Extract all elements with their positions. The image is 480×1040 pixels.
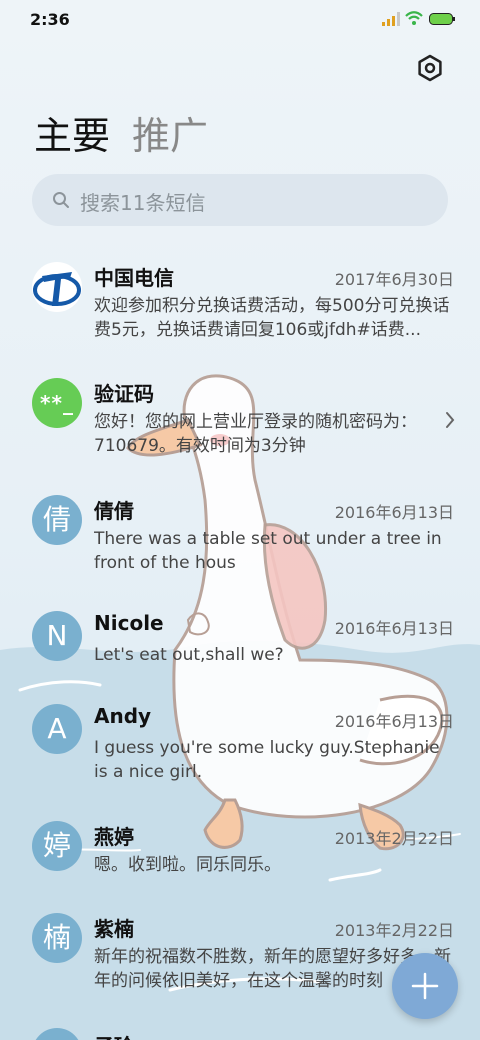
avatar: 楠 bbox=[32, 913, 82, 963]
chevron-right-icon[interactable] bbox=[444, 410, 456, 430]
avatar: A bbox=[32, 704, 82, 754]
tab-primary[interactable]: 主要 bbox=[34, 105, 110, 160]
conversation-preview: 嗯。收到啦。同乐同乐。 bbox=[94, 855, 281, 875]
conversation-preview: There was a table set out under a tree i… bbox=[94, 529, 442, 573]
conversation-name: 紫楠 bbox=[94, 917, 134, 941]
conversation-date: 2016年6月13日 bbox=[334, 503, 454, 522]
conversation-date: 2016年6月13日 bbox=[334, 619, 454, 638]
conversation-name: 子玲 bbox=[94, 1030, 134, 1040]
conversation-preview: I guess you're some lucky guy.Stephanie … bbox=[94, 738, 440, 782]
conversation-item[interactable]: 中国电信 2017年6月30日 欢迎参加积分兑换话费活动，每500分可兑换话费5… bbox=[0, 262, 480, 372]
conversation-name: Andy bbox=[94, 704, 152, 728]
wifi-icon bbox=[405, 11, 423, 25]
china-telecom-logo bbox=[32, 262, 82, 312]
conversation-date: 2017年6月30日 bbox=[334, 270, 454, 289]
plus-icon bbox=[411, 972, 439, 1000]
search-bar[interactable]: 搜索11条短信 bbox=[32, 174, 448, 226]
telecom-logo-icon bbox=[33, 272, 81, 306]
status-bar: 2:36 bbox=[0, 0, 480, 40]
avatar: 倩 bbox=[32, 495, 82, 545]
conversation-name: 中国电信 bbox=[94, 266, 174, 290]
conversation-name: 燕婷 bbox=[94, 825, 134, 849]
conversation-item[interactable]: **_ 验证码 您好！您的网上营业厅登录的随机密码为：710679。有效时间为3… bbox=[0, 378, 480, 488]
tab-promotions[interactable]: 推广 bbox=[132, 105, 208, 160]
conversation-preview: 欢迎参加积分兑换话费活动，每500分可兑换话费5元，兑换话费请回复106或jfd… bbox=[94, 296, 450, 340]
conversation-item[interactable]: 子玲 bbox=[0, 1028, 480, 1040]
search-input[interactable]: 搜索11条短信 bbox=[80, 187, 205, 216]
battery-icon bbox=[429, 13, 455, 25]
conversation-date: 2013年2月22日 bbox=[334, 921, 454, 940]
search-icon bbox=[53, 192, 69, 208]
conversation-preview: 您好！您的网上营业厅登录的随机密码为：710679。有效时间为3分钟 bbox=[94, 412, 417, 456]
conversation-name: 验证码 bbox=[94, 382, 154, 406]
gear-icon[interactable] bbox=[416, 54, 444, 82]
avatar: 婷 bbox=[32, 821, 82, 871]
conversation-preview: Let's eat out,shall we? bbox=[94, 645, 284, 665]
conversation-date: 2013年2月22日 bbox=[334, 829, 454, 848]
conversation-name: 倩倩 bbox=[94, 499, 134, 523]
conversation-name: Nicole bbox=[94, 611, 164, 635]
status-time: 2:36 bbox=[30, 10, 70, 29]
new-message-button[interactable] bbox=[392, 953, 458, 1019]
avatar: N bbox=[32, 611, 82, 661]
conversation-date: 2016年6月13日 bbox=[334, 712, 454, 731]
avatar: **_ bbox=[32, 378, 82, 428]
avatar bbox=[32, 1028, 82, 1040]
conversation-item[interactable]: A Andy 2016年6月13日 I guess you're some lu… bbox=[0, 704, 480, 814]
cellular-signal-icon bbox=[382, 12, 400, 26]
conversation-item[interactable]: 倩 倩倩 2016年6月13日 There was a table set ou… bbox=[0, 495, 480, 605]
